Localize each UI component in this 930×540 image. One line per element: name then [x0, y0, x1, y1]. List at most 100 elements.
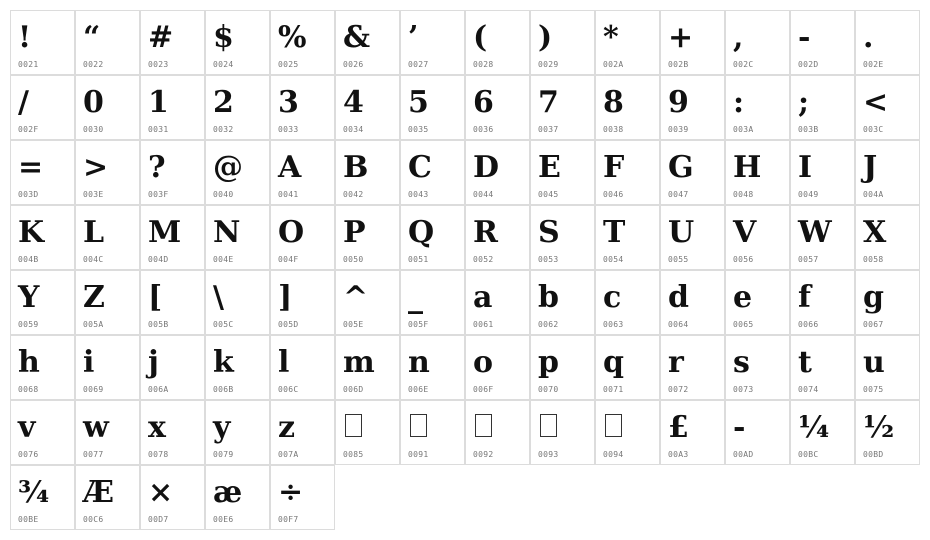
glyph-codepoint: 0062: [538, 320, 559, 329]
glyph-codepoint: 0053: [538, 255, 559, 264]
glyph-codepoint: 003B: [798, 125, 819, 134]
glyph-sample: 5: [408, 85, 429, 120]
glyph-sample: m: [343, 345, 375, 380]
glyph-codepoint: 0045: [538, 190, 559, 199]
glyph-codepoint: 005B: [148, 320, 169, 329]
glyph-sample: -: [798, 20, 811, 55]
glyph-codepoint: 0085: [343, 450, 364, 459]
glyph-sample: A: [278, 150, 302, 185]
glyph-cell: D 0044: [465, 140, 530, 205]
glyph-sample: 9: [668, 85, 689, 120]
glyph-codepoint: 002F: [18, 125, 39, 134]
glyph-cell: ¾ 00BE: [10, 465, 75, 530]
glyph-codepoint: 004A: [863, 190, 884, 199]
glyph-sample: :: [733, 85, 745, 120]
glyph-codepoint: 0061: [473, 320, 494, 329]
glyph-codepoint: 0074: [798, 385, 819, 394]
glyph-sample: f: [798, 280, 811, 315]
glyph-cell: I 0049: [790, 140, 855, 205]
glyph-sample: n: [408, 345, 430, 380]
glyph-sample: 8: [603, 85, 624, 120]
glyph-sample: Æ: [83, 475, 115, 510]
glyph-sample: %: [278, 20, 307, 55]
glyph-cell: 0091: [400, 400, 465, 465]
glyph-sample: w: [83, 410, 109, 445]
glyph-sample: T: [603, 215, 626, 250]
glyph-sample: q: [603, 345, 624, 380]
glyph-sample: N: [213, 215, 241, 250]
glyph-sample: X: [863, 215, 887, 250]
glyph-cell: l 006C: [270, 335, 335, 400]
glyph-sample: l: [278, 345, 290, 380]
glyph-sample: U: [668, 215, 695, 250]
glyph-sample: r: [668, 345, 684, 380]
missing-glyph-box: [475, 414, 492, 437]
glyph-cell: 8 0038: [595, 75, 660, 140]
glyph-cell: >003E: [75, 140, 140, 205]
glyph-codepoint: 0078: [148, 450, 169, 459]
glyph-cell: #0023: [140, 10, 205, 75]
glyph-sample: $: [213, 20, 234, 55]
glyph-sample: i: [83, 345, 95, 380]
missing-glyph-box: [410, 414, 427, 437]
glyph-cell: M 004D: [140, 205, 205, 270]
glyph-cell: e 0065: [725, 270, 790, 335]
glyph-cell: 7 0037: [530, 75, 595, 140]
glyph-codepoint: 0027: [408, 60, 429, 69]
glyph-cell: w 0077: [75, 400, 140, 465]
glyph-codepoint: 0034: [343, 125, 364, 134]
glyph-cell: ÷ 00F7: [270, 465, 335, 530]
glyph-codepoint: 0092: [473, 450, 494, 459]
glyph-cell: [005B: [140, 270, 205, 335]
glyph-codepoint: 0076: [18, 450, 39, 459]
glyph-sample: ×: [148, 475, 174, 510]
glyph-codepoint: 004B: [18, 255, 39, 264]
glyph-cell: $0024: [205, 10, 270, 75]
missing-glyph-box: [540, 414, 557, 437]
glyph-codepoint: 0064: [668, 320, 689, 329]
glyph-codepoint: 0052: [473, 255, 494, 264]
glyph-cell: J 004A: [855, 140, 920, 205]
glyph-sample: /: [18, 85, 29, 120]
glyph-codepoint: 003F: [148, 190, 169, 199]
glyph-codepoint: 00A3: [668, 450, 689, 459]
glyph-cell: N 004E: [205, 205, 270, 270]
glyph-cell: . 002E: [855, 10, 920, 75]
glyph-cell: × 00D7: [140, 465, 205, 530]
glyph-codepoint: 0039: [668, 125, 689, 134]
glyph-sample: !: [18, 20, 32, 55]
glyph-cell: Z 005A: [75, 270, 140, 335]
glyph-cell: f 0066: [790, 270, 855, 335]
glyph-codepoint: 0070: [538, 385, 559, 394]
glyph-sample: C: [408, 150, 432, 185]
glyph-sample: ,: [733, 20, 744, 55]
glyph-codepoint: 006A: [148, 385, 169, 394]
glyph-sample: #: [148, 20, 174, 55]
glyph-codepoint: 0033: [278, 125, 299, 134]
glyph-cell: y 0079: [205, 400, 270, 465]
glyph-codepoint: 0023: [148, 60, 169, 69]
glyph-codepoint: 0077: [83, 450, 104, 459]
glyph-codepoint: 0094: [603, 450, 624, 459]
glyph-sample: c: [603, 280, 622, 315]
glyph-codepoint: 003E: [83, 190, 104, 199]
glyph-sample: &: [343, 20, 371, 55]
glyph-sample: E: [538, 150, 561, 185]
glyph-grid: ! 0021 “0022 #0023 $0024% 0025 & 0026’ 0027(0028…: [10, 10, 920, 530]
glyph-cell: * 002A: [595, 10, 660, 75]
glyph-codepoint: 0040: [213, 190, 234, 199]
glyph-sample: £: [668, 410, 689, 445]
glyph-codepoint: 0042: [343, 190, 364, 199]
glyph-codepoint: 0051: [408, 255, 429, 264]
glyph-cell: E 0045: [530, 140, 595, 205]
glyph-codepoint: 006E: [408, 385, 429, 394]
glyph-cell: @0040: [205, 140, 270, 205]
glyph-codepoint: 00AD: [733, 450, 754, 459]
glyph-codepoint: 0069: [83, 385, 104, 394]
glyph-cell: x 0078: [140, 400, 205, 465]
glyph-sample: ): [538, 20, 553, 55]
glyph-cell: U 0055: [660, 205, 725, 270]
glyph-codepoint: 0026: [343, 60, 364, 69]
glyph-codepoint: 0028: [473, 60, 494, 69]
glyph-sample: 0: [83, 85, 104, 120]
